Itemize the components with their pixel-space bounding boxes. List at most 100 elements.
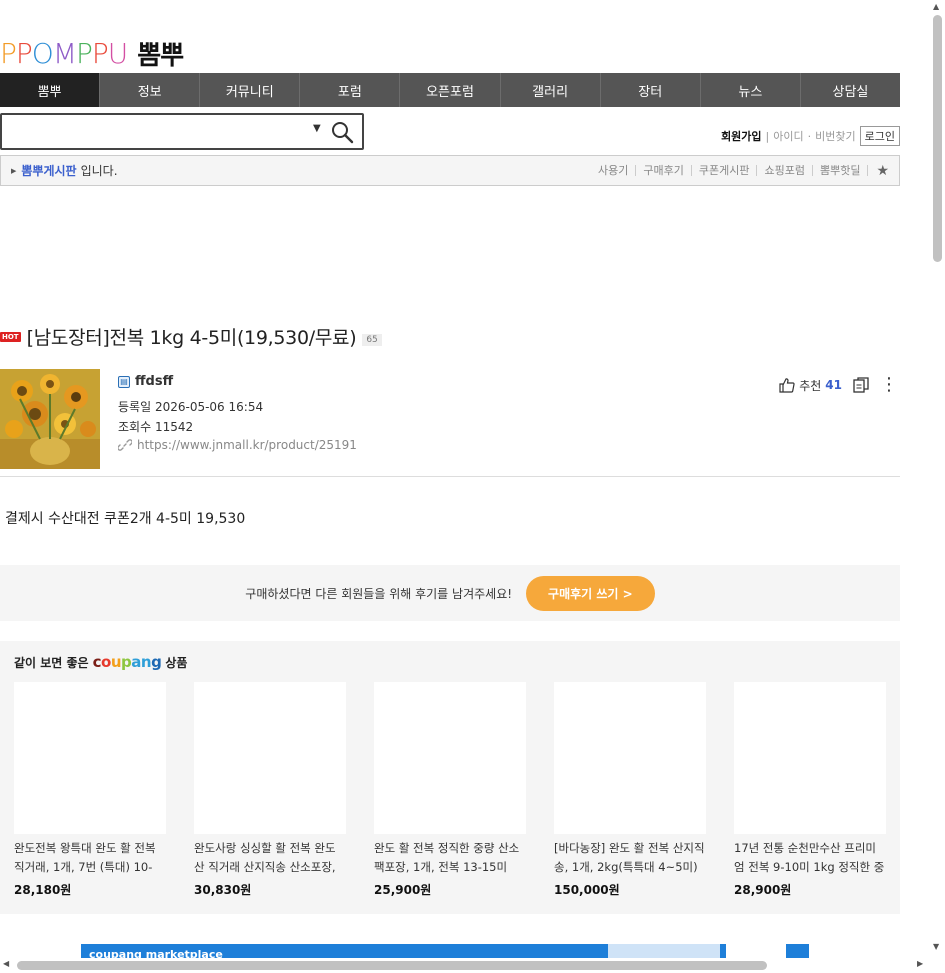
horizontal-scrollbar[interactable]: ◀ ▶ [0, 958, 930, 973]
vertical-scrollbar[interactable]: ▲ ▼ [930, 0, 945, 958]
nav-item[interactable]: 뽐뿌 [0, 73, 101, 107]
comment-count[interactable]: 65 [362, 333, 382, 346]
logo-letter: M [52, 36, 77, 70]
coupang-logo-letter: a [131, 653, 141, 671]
ad-banner[interactable]: coupang marketplace [81, 944, 809, 958]
magnifier-icon[interactable] [330, 120, 354, 144]
ad-text: coupang marketplace [89, 948, 223, 958]
nav-item[interactable]: 커뮤니티 [200, 73, 301, 107]
search-box: ▼ [0, 113, 364, 150]
write-review-button[interactable]: 구매후기 쓰기 > [526, 575, 655, 611]
logo-letter: O [31, 36, 54, 70]
post-url[interactable]: https://www.jnmall.kr/product/25191 [137, 438, 357, 452]
coupang-prefix: 같이 보면 좋은 [14, 656, 89, 670]
nav-item[interactable]: 갤러리 [501, 73, 601, 107]
product-image[interactable] [14, 682, 166, 834]
login-button[interactable]: 로그인 [859, 126, 900, 146]
logo-korean: 뽐뿌 [137, 40, 184, 71]
product-image[interactable] [554, 682, 706, 834]
product-card[interactable]: 완도사랑 싱싱할 활 전복 완도산 직거래 산지직송 산소포장, 1개 30,83… [194, 682, 346, 898]
reg-label: 등록일 [118, 400, 152, 414]
reg-date-row: 등록일 2026-05-06 16:54 [118, 397, 357, 417]
member-links: 회원가입 | 아이디 · 비번찾기 로그인 [721, 126, 900, 146]
recommend-button[interactable]: 추천 41 [779, 377, 842, 394]
coupang-logo-letter: u [110, 653, 122, 671]
product-card[interactable]: 완도전복 왕특대 완도 활 전복 직거래, 1개, 7번 (특대) 10-11미… [14, 682, 166, 898]
find-id-link[interactable]: 아이디 [773, 128, 803, 144]
join-link[interactable]: 회원가입 [721, 128, 761, 144]
post-meta: 등록일 2026-05-06 16:54 조회수 11542 [118, 397, 357, 437]
product-card[interactable]: 17년 전통 순천만수산 프리미엄 전복 9-10미 1kg 정직한 중량 28,… [734, 682, 886, 898]
product-image[interactable] [194, 682, 346, 834]
post-actions: 추천 41 ⋮ [779, 376, 898, 394]
board-suffix: 입니다. [80, 164, 118, 178]
more-options-icon[interactable]: ⋮ [880, 376, 898, 394]
coupang-section: 같이 보면 좋은 coupang 상품 완도전복 왕특대 완도 활 전복 직거래… [0, 641, 900, 914]
product-name[interactable]: 완도전복 왕특대 완도 활 전복 직거래, 1개, 7번 (특대) 10-11미… [14, 839, 166, 877]
board-link[interactable]: 쇼핑포럼 [757, 165, 813, 176]
board-links: 사용기 구매후기 쿠폰게시판 쇼핑포럼 뽐뿌핫딜 ★ [591, 163, 899, 179]
recommend-label: 추천 [799, 378, 822, 393]
product-price: 30,830원 [194, 883, 252, 897]
product-image[interactable] [734, 682, 886, 834]
author-info: ▤ ffdsff 등록일 2026-05-06 16:54 조회수 11542 … [118, 374, 357, 452]
scrollbar-corner [930, 958, 945, 973]
search-scope-dropdown-icon[interactable]: ▼ [313, 123, 321, 134]
search-input[interactable] [8, 121, 298, 143]
board-link[interactable]: 사용기 [591, 165, 637, 176]
board-link[interactable]: 쿠폰게시판 [692, 165, 758, 176]
product-name[interactable]: 완도사랑 싱싱할 활 전복 완도산 직거래 산지직송 산소포장, 1개 [194, 839, 346, 877]
nav-item[interactable]: 뉴스 [701, 73, 801, 107]
divider [0, 476, 900, 477]
site-logo[interactable]: PPOMPPU 뽐뿌 [0, 36, 184, 71]
post-title: [남도장터]전복 1kg 4-5미(19,530/무료) [26, 327, 357, 349]
nav-item[interactable]: 포럼 [300, 73, 401, 107]
scroll-right-icon[interactable]: ▶ [917, 959, 923, 968]
thumbs-up-icon [779, 378, 795, 393]
ad-image [608, 944, 720, 958]
coupang-logo-letter: o [101, 653, 111, 671]
product-card[interactable]: 완도 활 전복 정직한 중량 산소팩포장, 1개, 전복 13-15미 1kg 2… [374, 682, 526, 898]
nav-item[interactable]: 정보 [100, 73, 201, 107]
board-link[interactable]: 뽐뿌핫딜 [813, 165, 869, 176]
scroll-up-icon[interactable]: ▲ [933, 2, 939, 11]
coupang-suffix: 상품 [165, 656, 188, 670]
logo-letter: P [15, 36, 33, 70]
recommend-count: 41 [825, 378, 842, 392]
coupang-logo-letter: c [92, 653, 102, 671]
product-name[interactable]: 17년 전통 순천만수산 프리미엄 전복 9-10미 1kg 정직한 중량 [734, 839, 886, 877]
horizontal-scroll-thumb[interactable] [17, 961, 767, 970]
review-message: 구매하셨다면 다른 회원들을 위해 후기를 남겨주세요! [245, 586, 513, 601]
board-name[interactable]: 뽐뿌게시판 [21, 162, 76, 179]
scroll-down-icon[interactable]: ▼ [933, 942, 939, 951]
product-image[interactable] [374, 682, 526, 834]
post-url-row: https://www.jnmall.kr/product/25191 [118, 438, 357, 452]
author-avatar [0, 369, 100, 469]
star-icon[interactable]: ★ [876, 163, 889, 179]
nav-item[interactable]: 상담실 [801, 73, 900, 107]
scroll-left-icon[interactable]: ◀ [3, 959, 9, 968]
views-count: 11542 [154, 420, 194, 434]
coupang-logo-letter: p [121, 653, 132, 671]
main-nav: 뽐뿌 정보 커뮤니티 포럼 오픈포럼 갤러리 장터 뉴스 상담실 [0, 73, 900, 107]
board-link[interactable]: 구매후기 [636, 165, 692, 176]
product-card[interactable]: [바다농장] 완도 활 전복 산지직송, 1개, 2kg(특특대 4~5미) 15… [554, 682, 706, 898]
post-body: 결제시 수산대전 쿠폰2개 4-5미 19,530 [5, 511, 246, 527]
coupang-logo-letter: g [151, 653, 162, 671]
copy-icon[interactable] [852, 376, 870, 394]
nav-item[interactable]: 장터 [601, 73, 701, 107]
coupang-logo: coupang [93, 653, 162, 671]
product-name[interactable]: [바다농장] 완도 활 전복 산지직송, 1개, 2kg(특특대 4~5미) [554, 839, 706, 877]
find-password-link[interactable]: 비번찾기 [815, 128, 855, 144]
page: PPOMPPU 뽐뿌 뽐뿌 정보 커뮤니티 포럼 오픈포럼 갤러리 장터 뉴스 상담실 ▼ 회원… [0, 0, 930, 958]
vertical-scroll-thumb[interactable] [933, 15, 942, 262]
author-name[interactable]: ffdsff [135, 374, 173, 389]
nav-item[interactable]: 오픈포럼 [400, 73, 501, 107]
logo-letter: P [76, 36, 93, 70]
product-price: 28,900원 [734, 883, 792, 897]
author-nick[interactable]: ▤ ffdsff [118, 374, 357, 389]
logo-wordmark: PPOMPPU [0, 36, 128, 70]
board-info: ▶ 뽐뿌게시판 입니다. [1, 162, 118, 179]
hot-badge: HOT [0, 331, 21, 342]
product-name[interactable]: 완도 활 전복 정직한 중량 산소팩포장, 1개, 전복 13-15미 1kg [374, 839, 526, 877]
